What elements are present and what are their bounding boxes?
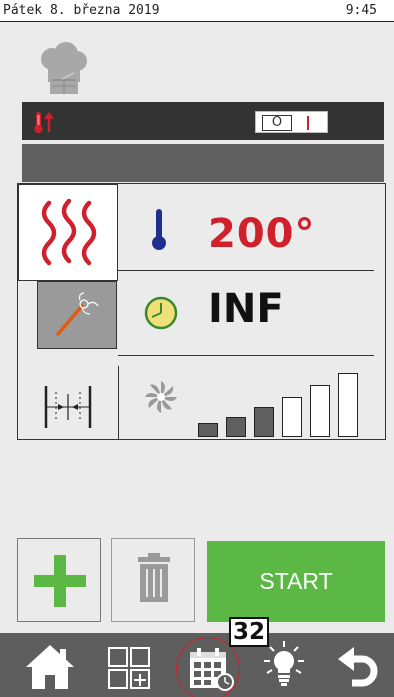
- fan-speed-bar[interactable]: [338, 373, 358, 437]
- fan-speed-bar[interactable]: [226, 417, 246, 437]
- fan-speed-selector[interactable]: [198, 369, 368, 437]
- mode-damper-button[interactable]: [18, 374, 118, 440]
- status-date: Pátek 8. března 2019: [3, 3, 160, 18]
- plus-icon: [34, 555, 86, 607]
- mode-probe-button[interactable]: [37, 281, 117, 349]
- core-probe-icon: [56, 292, 99, 336]
- toggle-on-mark: [307, 116, 309, 130]
- status-time: 9:45: [345, 3, 377, 18]
- temperature-value[interactable]: 200°: [208, 211, 316, 257]
- fan-speed-bar[interactable]: [282, 397, 302, 437]
- programs-icon[interactable]: [107, 646, 153, 692]
- add-step-button[interactable]: [17, 538, 101, 622]
- power-toggle[interactable]: O: [255, 111, 328, 133]
- heat-up-icon: [34, 112, 54, 133]
- toggle-off-label: O: [262, 115, 292, 131]
- mode-heat-button[interactable]: [18, 184, 118, 281]
- status-bar: Pátek 8. března 2019 9:45: [0, 0, 394, 22]
- fan-icon[interactable]: [143, 379, 179, 415]
- notification-badge: 32: [229, 617, 269, 647]
- divider: [118, 366, 119, 439]
- home-icon[interactable]: [24, 641, 76, 691]
- clock-icon: [144, 296, 178, 330]
- delete-step-button[interactable]: [111, 538, 195, 622]
- thermometer-icon: [152, 209, 166, 250]
- fan-speed-bar[interactable]: [198, 423, 218, 437]
- trash-icon: [138, 553, 170, 602]
- back-icon[interactable]: [336, 643, 380, 691]
- chef-hat-icon[interactable]: [40, 42, 88, 98]
- calendar-icon[interactable]: [188, 648, 236, 692]
- divider: [118, 270, 374, 271]
- fan-speed-bar[interactable]: [310, 385, 330, 437]
- start-button[interactable]: START: [207, 541, 385, 622]
- damper-icon: [44, 386, 92, 428]
- settings-panel: 200° INF: [17, 183, 386, 440]
- heating-status-bar: O: [22, 102, 384, 140]
- info-bar: [22, 144, 384, 182]
- time-value[interactable]: INF: [208, 286, 284, 332]
- bottom-nav: [0, 633, 394, 697]
- fan-speed-bar[interactable]: [254, 407, 274, 437]
- divider: [118, 355, 374, 356]
- heat-waves-icon: [41, 198, 97, 266]
